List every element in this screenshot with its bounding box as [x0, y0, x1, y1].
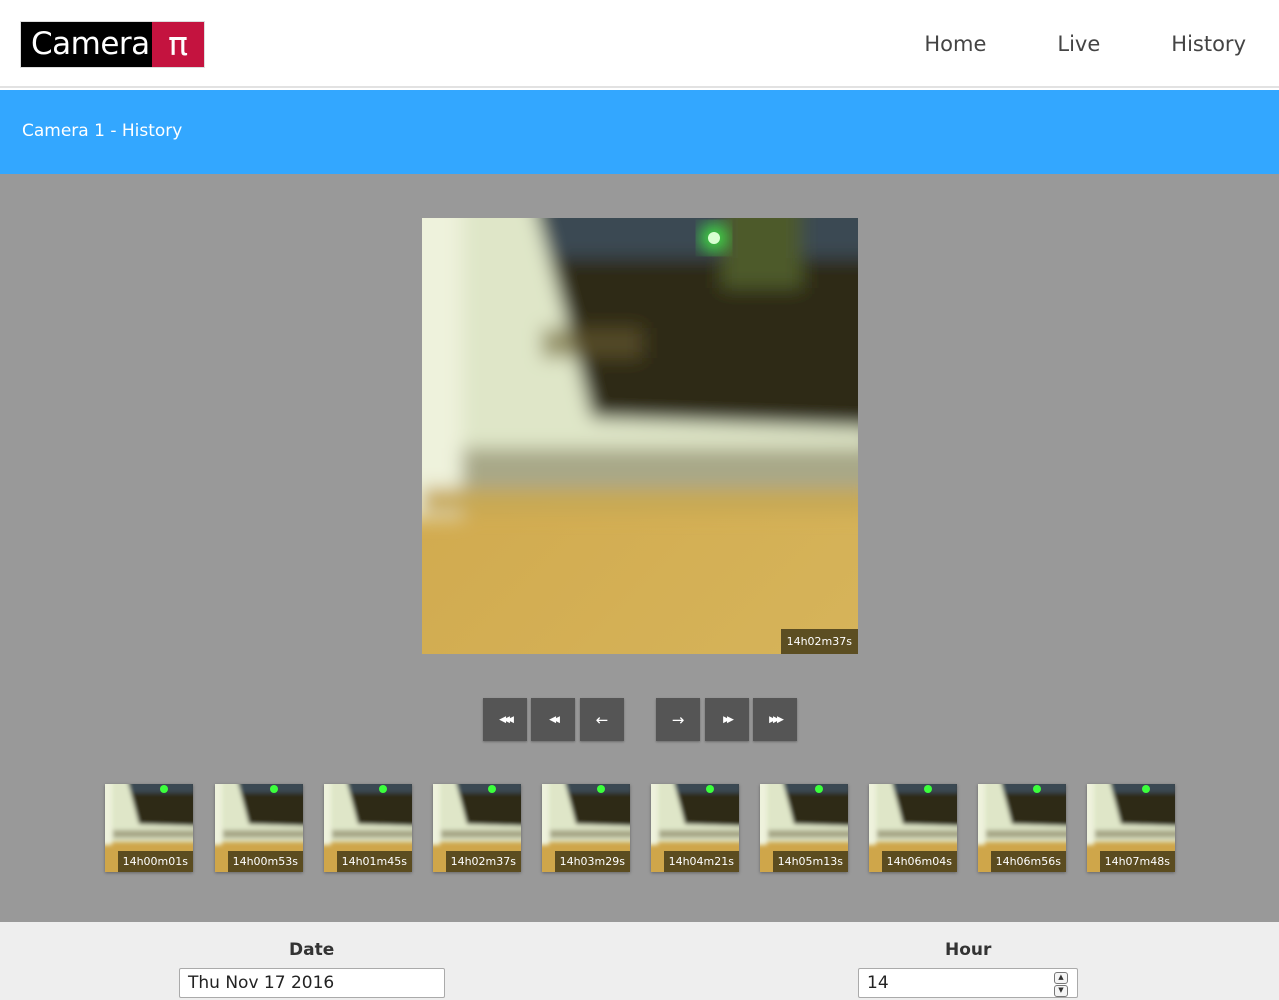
thumbnail[interactable]: 14h06m56s	[978, 784, 1066, 872]
thumbnail[interactable]: 14h06m04s	[869, 784, 957, 872]
fast-back-button[interactable]: ◀◀	[531, 698, 575, 741]
navigation-controls: ◀◀◀ ◀◀ ← → ▶▶ ▶▶▶	[0, 698, 1279, 741]
nav-home-link[interactable]: Home	[924, 32, 986, 56]
triple-left-arrow-icon: ◀◀◀	[499, 714, 514, 725]
chevron-down-icon[interactable]: ▼	[1054, 985, 1068, 997]
thumbnail-time-badge: 14h03m29s	[554, 851, 630, 872]
camera-pi-logo[interactable]: Camera π	[20, 21, 205, 68]
thumbnail-time-badge: 14h05m13s	[772, 851, 848, 872]
page-title: Camera 1 - History	[22, 121, 183, 141]
hour-label: Hour	[945, 940, 992, 960]
top-navbar: Camera π Home Live History	[0, 0, 1279, 88]
current-time-badge: 14h02m37s	[780, 629, 858, 654]
thumbnail-time-badge: 14h04m21s	[663, 851, 739, 872]
thumbnail[interactable]: 14h01m45s	[324, 784, 412, 872]
nav-history-link[interactable]: History	[1171, 32, 1246, 56]
thumbnail[interactable]: 14h05m13s	[760, 784, 848, 872]
filter-form: Date Thu Nov 17 2016 Hour 14 ▲ ▼	[0, 922, 1279, 1000]
thumbnail-time-badge: 14h06m56s	[990, 851, 1066, 872]
thumbnail-time-badge: 14h00m01s	[117, 851, 193, 872]
logo-text: Camera	[21, 22, 152, 67]
thumbnail-time-badge: 14h01m45s	[336, 851, 412, 872]
main-snapshot-image: 14h02m37s	[422, 218, 858, 654]
date-label: Date	[289, 940, 335, 960]
thumbnail-time-badge: 14h06m04s	[881, 851, 957, 872]
prev-button[interactable]: ←	[580, 698, 624, 741]
hour-stepper[interactable]: ▲ ▼	[1054, 972, 1068, 997]
double-right-arrow-icon: ▶▶	[723, 714, 734, 725]
double-left-arrow-icon: ◀◀	[549, 714, 560, 725]
snapshot-scene	[422, 218, 858, 654]
thumbnail-time-badge: 14h00m53s	[227, 851, 303, 872]
thumbnail[interactable]: 14h04m21s	[651, 784, 739, 872]
pi-icon: π	[152, 22, 204, 67]
last-button[interactable]: ▶▶▶	[753, 698, 797, 741]
thumbnail-strip: 14h00m01s 14h00m53s 14h01m45s 14h02m37s 14h0…	[0, 784, 1279, 872]
triple-right-arrow-icon: ▶▶▶	[769, 714, 784, 725]
next-button[interactable]: →	[656, 698, 700, 741]
right-arrow-icon: →	[671, 710, 685, 729]
main-nav: Home Live History	[886, 0, 1279, 88]
fast-forward-button[interactable]: ▶▶	[705, 698, 749, 741]
title-band: Camera 1 - History	[0, 90, 1279, 174]
thumbnail-time-badge: 14h02m37s	[445, 851, 521, 872]
thumbnail[interactable]: 14h00m53s	[215, 784, 303, 872]
thumbnail[interactable]: 14h02m37s	[433, 784, 521, 872]
date-input[interactable]: Thu Nov 17 2016	[179, 968, 445, 998]
left-arrow-icon: ←	[595, 710, 609, 729]
thumbnail[interactable]: 14h03m29s	[542, 784, 630, 872]
history-viewer: 14h02m37s ◀◀◀ ◀◀ ← → ▶▶ ▶▶▶ 14h00m01s 14h…	[0, 174, 1279, 922]
nav-live-link[interactable]: Live	[1057, 32, 1100, 56]
thumbnail-time-badge: 14h07m48s	[1099, 851, 1175, 872]
thumbnail[interactable]: 14h07m48s	[1087, 784, 1175, 872]
thumbnail[interactable]: 14h00m01s	[105, 784, 193, 872]
hour-input[interactable]: 14	[858, 968, 1078, 998]
chevron-up-icon[interactable]: ▲	[1054, 972, 1068, 984]
first-button[interactable]: ◀◀◀	[483, 698, 527, 741]
